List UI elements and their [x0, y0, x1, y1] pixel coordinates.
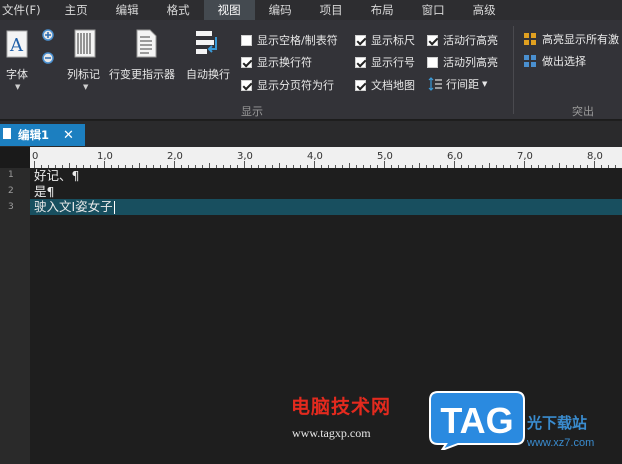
line-number: 1 — [8, 170, 14, 180]
svg-text:TAG: TAG — [440, 400, 513, 441]
zoom-in-icon[interactable] — [42, 29, 56, 43]
show-ruler-checkbox[interactable]: 显示标尺 — [355, 32, 415, 48]
tab-document-1[interactable]: 编辑1 ✕ — [0, 124, 85, 146]
change-indicator-icon — [136, 29, 157, 58]
highlight-all-button[interactable]: 高亮显示所有激 — [523, 31, 619, 47]
menu-project[interactable]: 项目 — [306, 0, 357, 20]
checkbox-box[interactable] — [355, 56, 366, 68]
menu-bar: 文件(F) 主页 编辑 格式 视图 编码 项目 布局 窗口 高级 — [0, 0, 622, 20]
font-button[interactable]: A — [6, 30, 28, 61]
editor-line[interactable]: 是¶ — [34, 184, 54, 200]
highlight-group-label: 突出 — [572, 105, 594, 118]
highlight-all-icon — [524, 32, 536, 45]
checkbox-box[interactable] — [241, 56, 252, 68]
document-icon — [3, 128, 11, 139]
ruler-gutter — [0, 147, 30, 168]
watermark-tag-logo: TAG — [429, 391, 525, 450]
line-spacing-button[interactable]: 行间距 ▼ — [428, 76, 487, 92]
menu-format[interactable]: 格式 — [153, 0, 204, 20]
text-caret — [113, 201, 115, 214]
watermark-url: www.tagxp.com — [292, 426, 371, 440]
active-column-highlight-checkbox[interactable]: 活动列高亮 — [427, 54, 498, 70]
font-icon: A — [6, 30, 28, 58]
editor-line[interactable]: 好记、¶ — [34, 168, 79, 184]
menu-layout[interactable]: 布局 — [357, 0, 408, 20]
column-marker-button[interactable]: 列标记 — [67, 66, 100, 82]
ribbon: A 字体 ▼ 列标记 ▼ 行变更指示器 自动换行 显示空格/制表符 显示换行符 — [0, 20, 622, 120]
ruler-row: 0 1,0 2,0 3,0 4,0 5,0 6,0 7,0 8,0 — [0, 147, 622, 168]
ruler-tick — [104, 161, 105, 168]
menu-edit[interactable]: 编辑 — [102, 0, 153, 20]
group-separator — [513, 26, 514, 114]
ruler-tick — [314, 161, 315, 168]
menu-view[interactable]: 视图 — [203, 0, 255, 20]
zoom-out-icon[interactable] — [42, 52, 56, 66]
checkbox-box[interactable] — [427, 34, 438, 46]
word-wrap-icon — [196, 31, 217, 54]
change-indicator-button[interactable]: 行变更指示器 — [109, 66, 175, 82]
font-dropdown-icon[interactable]: ▼ — [15, 83, 20, 91]
checkbox-box[interactable] — [241, 34, 252, 46]
line-number-gutter: 1 2 3 — [0, 168, 30, 464]
line-spacing-dropdown-icon[interactable]: ▼ — [482, 80, 487, 88]
close-icon[interactable]: ✕ — [63, 128, 74, 143]
menu-encoding[interactable]: 编码 — [255, 0, 306, 20]
active-line-highlight-checkbox[interactable]: 活动行高亮 — [427, 32, 498, 48]
menu-home[interactable]: 主页 — [51, 0, 102, 20]
line-spacing-icon — [428, 77, 442, 91]
column-marker-icon — [74, 29, 96, 58]
document-map-checkbox[interactable]: 文档地图 — [355, 77, 415, 93]
ruler-tick — [34, 161, 35, 168]
show-line-numbers-checkbox[interactable]: 显示行号 — [355, 54, 415, 70]
menu-window[interactable]: 窗口 — [408, 0, 459, 20]
watermark-right-text: 光下载站 — [527, 414, 588, 432]
watermark-site-name: 电脑技术网 — [291, 396, 392, 418]
display-group-label: 显示 — [241, 105, 263, 118]
column-marker-dropdown-icon[interactable]: ▼ — [83, 83, 88, 91]
checkbox-box[interactable] — [355, 79, 366, 91]
ruler-tick — [244, 161, 245, 168]
editor-line-text: 驶入文I姿女子 — [34, 199, 113, 214]
checkbox-box[interactable] — [241, 79, 252, 91]
document-tab-bar: 编辑1 ✕ — [0, 121, 622, 147]
make-selection-button[interactable]: 做出选择 — [523, 53, 586, 69]
ruler-tick — [524, 161, 525, 168]
line-number: 3 — [8, 202, 14, 212]
editor-line-current[interactable]: 驶入文I姿女子 — [30, 199, 622, 215]
ruler-tick — [384, 161, 385, 168]
ruler-label: 0 — [32, 151, 39, 162]
svg-text:A: A — [9, 35, 24, 56]
ruler[interactable]: 0 1,0 2,0 3,0 4,0 5,0 6,0 7,0 8,0 — [30, 147, 622, 168]
word-wrap-button[interactable]: 自动换行 — [186, 66, 230, 82]
line-number: 2 — [8, 186, 14, 196]
checkbox-box[interactable] — [355, 34, 366, 46]
font-label: 字体 — [6, 68, 28, 81]
show-line-endings-checkbox[interactable]: 显示换行符 — [241, 54, 312, 70]
watermark-right-url: www.xz7.com — [527, 437, 595, 449]
ruler-tick — [174, 161, 175, 168]
make-selection-icon — [524, 54, 536, 67]
menu-file[interactable]: 文件(F) — [0, 0, 51, 20]
ruler-tick — [594, 161, 595, 168]
show-page-breaks-checkbox[interactable]: 显示分页符为行 — [241, 77, 334, 93]
checkbox-box[interactable] — [427, 56, 438, 68]
menu-advanced[interactable]: 高级 — [459, 0, 510, 20]
show-whitespace-checkbox[interactable]: 显示空格/制表符 — [241, 32, 338, 48]
ruler-tick — [454, 161, 455, 168]
